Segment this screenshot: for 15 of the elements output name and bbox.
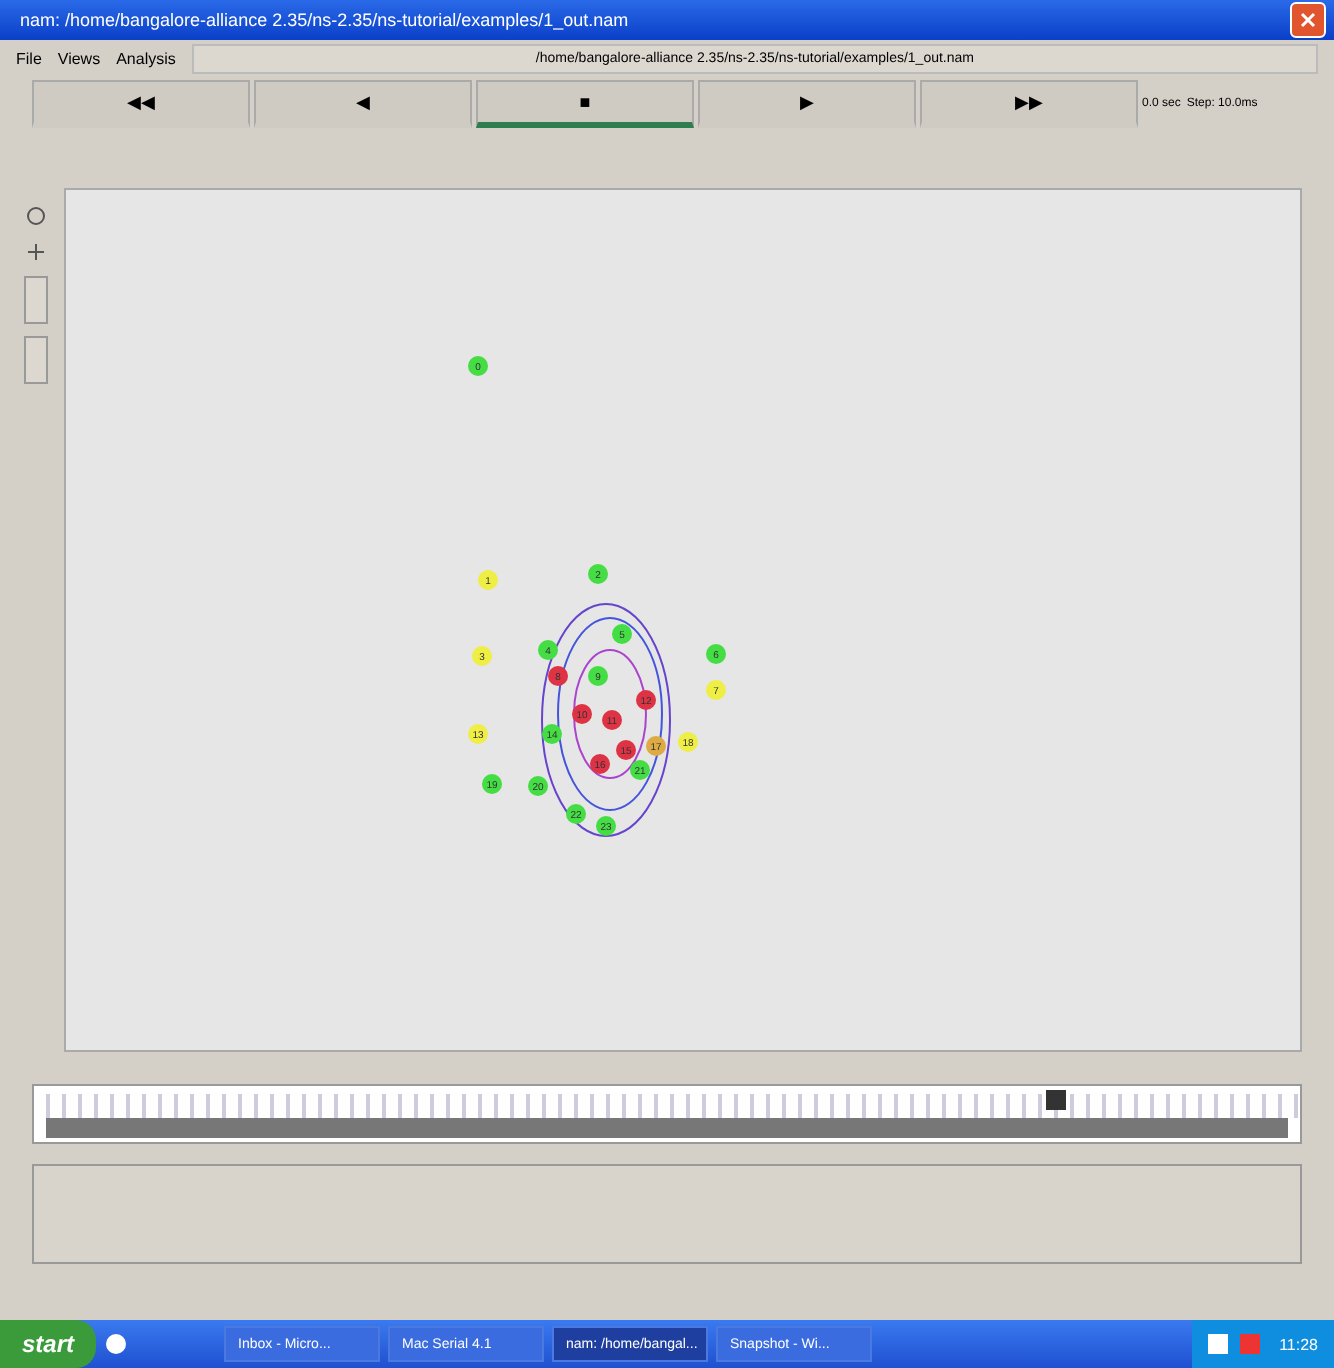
start-button[interactable]: start [0, 1320, 96, 1368]
window-title: nam: /home/bangalore-alliance 2.35/ns-2.35/ns-tutorial/examples/1_out.nam [20, 10, 629, 30]
close-button[interactable] [1290, 2, 1326, 38]
clock: 11:28 [1279, 1335, 1318, 1353]
playback-button[interactable]: ▶▶ [920, 80, 1138, 128]
playback-button[interactable]: ▶ [698, 80, 916, 128]
close-icon [1300, 12, 1316, 28]
playback-button[interactable]: ■ [476, 80, 694, 128]
timeline[interactable] [32, 1084, 1302, 1144]
menu-item[interactable]: Views [57, 49, 101, 67]
menu-item[interactable]: Analysis [116, 49, 176, 67]
playback-button[interactable]: ◀ [254, 80, 472, 128]
menu-item[interactable]: File [16, 49, 42, 67]
playback-button[interactable]: ◀◀ [32, 80, 250, 128]
time-slider-handle[interactable] [1046, 1090, 1067, 1110]
